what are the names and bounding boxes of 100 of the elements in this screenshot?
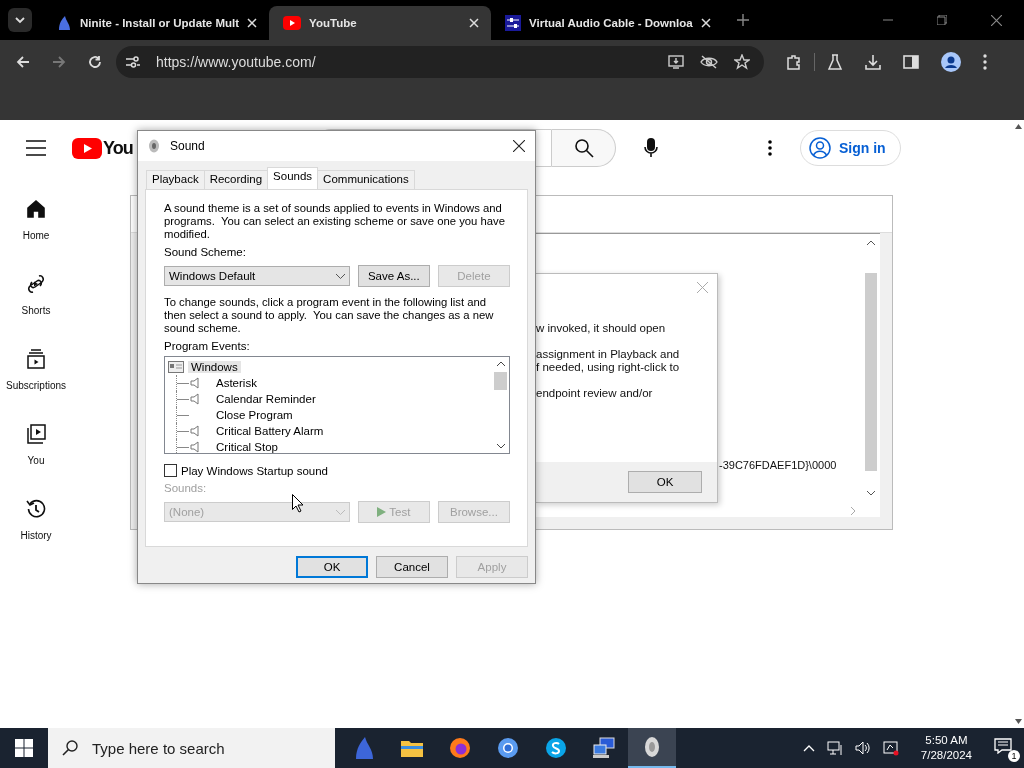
play-icon (377, 507, 387, 517)
site-settings-icon[interactable] (126, 56, 140, 68)
message-text: f needed, using right-click to (536, 361, 681, 374)
search-button[interactable] (552, 129, 616, 167)
menu-icon[interactable] (983, 54, 987, 70)
taskbar-app[interactable] (628, 728, 676, 768)
folder-icon (401, 739, 423, 757)
event-item[interactable]: Critical Battery Alarm (216, 425, 324, 437)
nav-item[interactable]: Subscriptions (0, 348, 72, 391)
volume-icon[interactable] (854, 740, 871, 756)
checkbox-label[interactable]: Play Windows Startup sound (181, 464, 329, 477)
eye-off-icon[interactable] (700, 55, 718, 69)
nav-item[interactable]: Home (0, 198, 72, 241)
browser-tab[interactable]: YouTube (269, 6, 492, 40)
field-label: Program Events: (164, 340, 251, 353)
close-icon[interactable] (513, 140, 525, 152)
code-text: -39C76FDAEF1D}\0000 (719, 459, 837, 471)
speaker-icon (190, 441, 200, 453)
install-app-icon[interactable] (668, 55, 684, 69)
event-item[interactable]: Asterisk (216, 377, 257, 389)
more-icon[interactable] (768, 140, 772, 156)
history-icon (25, 498, 47, 520)
speaker-icon (190, 425, 200, 437)
scroll-up-icon[interactable] (867, 240, 875, 245)
tab-search-button[interactable] (8, 8, 32, 32)
dialog-button[interactable]: OK (296, 556, 368, 578)
tab[interactable]: Playback (146, 170, 205, 189)
star-icon[interactable] (734, 54, 750, 70)
url-text: https://www.youtube.com/ (156, 54, 316, 70)
caret-icon (335, 273, 345, 279)
window-icon (168, 361, 184, 373)
home-icon (25, 198, 47, 220)
tab[interactable]: Communications (317, 170, 415, 189)
scroll-down-icon[interactable] (496, 444, 505, 449)
new-tab-icon[interactable] (736, 14, 749, 26)
flask-icon[interactable] (827, 54, 843, 70)
search-field[interactable]: Type here to search (90, 738, 314, 758)
logo-text[interactable]: You (103, 137, 133, 159)
search-box[interactable]: Type here to search (48, 728, 335, 768)
device-alert-icon[interactable] (882, 740, 899, 756)
event-item[interactable]: Close Program (216, 409, 293, 421)
network-icon[interactable] (826, 740, 843, 756)
scroll-up-icon[interactable] (1015, 124, 1022, 129)
ninite-icon (353, 736, 375, 760)
checkbox[interactable] (164, 464, 177, 477)
ok-button[interactable]: OK (628, 471, 702, 493)
field-label: Sound Scheme: (164, 246, 247, 259)
event-item[interactable]: Critical Stop (216, 441, 278, 453)
download-icon[interactable] (865, 54, 881, 70)
ninite-icon (56, 15, 72, 31)
browser-tab[interactable]: Ninite - Install or Update Mult (42, 6, 270, 40)
user-icon (809, 137, 831, 159)
microphone-icon[interactable] (644, 138, 658, 158)
speaker-icon (190, 377, 200, 389)
event-item[interactable]: Calendar Reminder (216, 393, 316, 405)
address-bar[interactable]: https://www.youtube.com/ (116, 46, 764, 78)
sign-in-button[interactable]: Sign in (800, 130, 901, 166)
scheme-dropdown[interactable]: Windows Default (164, 266, 350, 286)
mouse-cursor-icon (292, 494, 304, 513)
search-icon (62, 740, 78, 756)
restore-icon[interactable] (937, 15, 947, 25)
nav-item[interactable]: Shorts (0, 273, 72, 316)
scroll-up-icon[interactable] (496, 361, 505, 366)
tab[interactable]: Sounds (267, 167, 319, 189)
computer-icon (592, 737, 616, 759)
speaker-icon (148, 139, 160, 153)
menu-icon[interactable] (26, 140, 46, 156)
shorts-icon (25, 273, 47, 295)
youtube-icon (283, 16, 302, 30)
browser-tab[interactable]: Virtual Audio Cable - Downloa (491, 6, 723, 40)
forward-icon[interactable] (52, 55, 66, 69)
puzzle-icon[interactable] (786, 54, 802, 70)
skype-icon (545, 737, 567, 759)
side-panel-icon[interactable] (903, 54, 919, 70)
scrollbar-thumb[interactable] (865, 273, 877, 471)
nav-item[interactable]: You (0, 423, 72, 466)
message-text: endpoint review and/or (536, 387, 654, 400)
caret-icon (335, 509, 345, 515)
windows-start-icon[interactable] (15, 739, 33, 757)
clock-time[interactable]: 5:50 AM (925, 733, 968, 748)
youtube-logo-icon (72, 137, 102, 159)
message-text: assignment in Playback and (536, 348, 681, 361)
event-group[interactable]: Windows (188, 361, 241, 373)
message-text: w invoked, it should open (536, 322, 667, 335)
scrollbar-thumb[interactable] (494, 372, 507, 390)
play-icon (25, 423, 47, 445)
field-label: Sounds: (164, 482, 208, 495)
back-icon[interactable] (16, 55, 30, 69)
chevron-up-icon[interactable] (802, 744, 815, 752)
clock-date[interactable]: 7/28/2024 (920, 748, 972, 763)
scroll-down-icon[interactable] (1015, 719, 1022, 724)
dialog-button[interactable]: Cancel (376, 556, 448, 578)
search-icon (573, 138, 594, 158)
scroll-down-icon[interactable] (867, 491, 875, 496)
dialog-button[interactable]: Save As... (357, 265, 430, 287)
speaker-icon (190, 393, 200, 405)
profile-icon[interactable] (941, 52, 961, 72)
nav-item[interactable]: History (0, 498, 72, 541)
reload-icon[interactable] (88, 55, 102, 69)
description-text: A sound theme is a set of sounds applied to events in Windows and programs. You can select an existing scheme or save one you have modified. (164, 202, 506, 241)
